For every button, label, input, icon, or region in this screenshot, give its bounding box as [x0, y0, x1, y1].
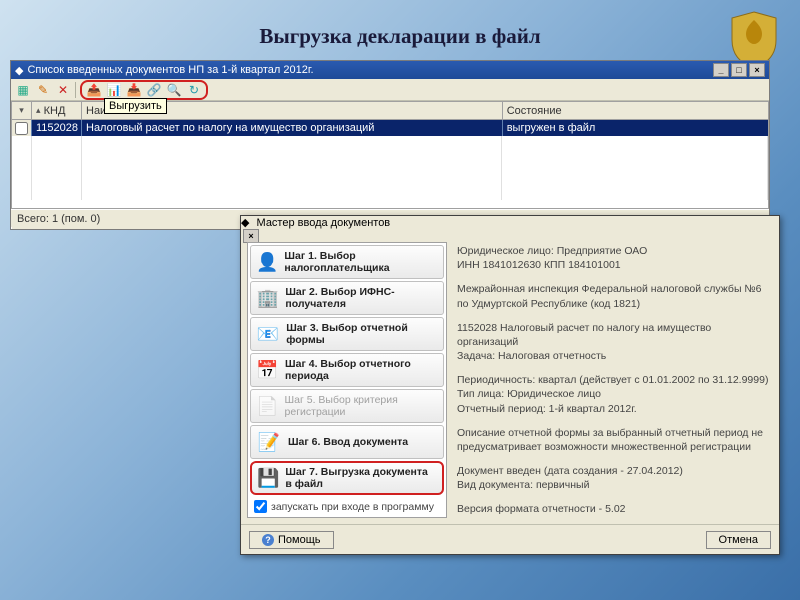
info-version: Версия формата отчетности - 5.02: [457, 502, 769, 516]
step-1-taxpayer[interactable]: 👤 Шаг 1. Выбор налогоплательщика: [250, 245, 444, 279]
step-1-label: Шаг 1. Выбор налогоплательщика: [284, 250, 438, 274]
info-taxpayer: Юридическое лицо: Предприятие ОАОИНН 184…: [457, 244, 769, 272]
cancel-button[interactable]: Отмена: [706, 531, 771, 549]
documents-list-window: ◆ Список введенных документов НП за 1-й …: [10, 60, 770, 230]
wizard-steps-panel: 👤 Шаг 1. Выбор налогоплательщика 🏢 Шаг 2…: [247, 242, 447, 518]
step-5-label: Шаг 5. Выбор критерия регистрации: [285, 394, 438, 418]
info-form: 1152028 Налоговый расчет по налогу на им…: [457, 321, 769, 364]
info-document: Документ введен (дата создания - 27.04.2…: [457, 464, 769, 492]
autostart-label: запускать при входе в программу: [271, 501, 434, 513]
envelope-icon: 📧: [256, 321, 280, 347]
import-icon[interactable]: 📥: [126, 82, 142, 98]
table-row[interactable]: 1152028 Налоговый расчет по налогу на им…: [12, 120, 768, 136]
cell-name: Налоговый расчет по налогу на имущество …: [82, 120, 503, 136]
step-7-export[interactable]: 💾 Шаг 7. Выгрузка документа в файл: [250, 461, 444, 495]
autostart-checkbox[interactable]: [254, 500, 267, 513]
chart-icon[interactable]: 📊: [106, 82, 122, 98]
sort-icon: ▾: [19, 105, 24, 116]
person-icon: 👤: [256, 249, 278, 275]
info-period: Периодичность: квартал (действует с 01.0…: [457, 373, 769, 416]
help-button[interactable]: ? Помощь: [249, 531, 334, 549]
wizard-info-panel: Юридическое лицо: Предприятие ОАОИНН 184…: [453, 242, 773, 518]
autostart-row: запускать при входе в программу: [250, 497, 444, 516]
col-state[interactable]: Состояние: [503, 102, 768, 119]
calendar-icon: 📅: [256, 357, 279, 383]
step-2-ifns[interactable]: 🏢 Шаг 2. Выбор ИФНС-получателя: [250, 281, 444, 315]
step-5-criteria[interactable]: 📄 Шаг 5. Выбор критерия регистрации: [250, 389, 444, 423]
cell-state: выгружен в файл: [503, 120, 768, 136]
step-6-input[interactable]: 📝 Шаг 6. Ввод документа: [250, 425, 444, 459]
documents-grid: ▾ ▴ КНД Наименование Состояние 1152028 Н…: [11, 101, 769, 209]
help-button-label: Помощь: [278, 534, 321, 546]
export-tooltip: Выгрузить: [104, 98, 167, 114]
floppy-icon: 💾: [257, 465, 279, 491]
maximize-button[interactable]: □: [731, 63, 747, 77]
step-7-label: Шаг 7. Выгрузка документа в файл: [285, 466, 437, 490]
close-button[interactable]: ×: [749, 63, 765, 77]
slide-title: Выгрузка декларации в файл: [0, 24, 800, 49]
help-icon: ?: [262, 534, 274, 546]
toolbar-delete-icon[interactable]: ✕: [55, 82, 71, 98]
cell-knd: 1152028: [32, 120, 82, 136]
info-criteria: Описание отчетной формы за выбранный отч…: [457, 426, 769, 454]
refresh-icon[interactable]: ↻: [186, 82, 202, 98]
toolbar-new-icon[interactable]: ▦: [15, 82, 31, 98]
documents-list-title: Список введенных документов НП за 1-й кв…: [27, 64, 313, 76]
link-icon[interactable]: 🔗: [146, 82, 162, 98]
export-toolbar-group: 📤 Выгрузить 📊 📥 🔗 🔍 ↻: [80, 80, 208, 100]
step-4-label: Шаг 4. Выбор отчетного периода: [285, 358, 438, 382]
step-2-label: Шаг 2. Выбор ИФНС-получателя: [285, 286, 438, 310]
edit-document-icon: 📝: [256, 429, 282, 455]
wizard-title: Мастер ввода документов: [257, 217, 391, 229]
toolbar-edit-icon[interactable]: ✎: [35, 82, 51, 98]
documents-list-titlebar[interactable]: ◆ Список введенных документов НП за 1-й …: [11, 61, 769, 79]
export-icon[interactable]: 📤 Выгрузить: [86, 82, 102, 98]
step-4-period[interactable]: 📅 Шаг 4. Выбор отчетного периода: [250, 353, 444, 387]
wizard-titlebar[interactable]: ◆ Мастер ввода документов ×: [241, 216, 779, 236]
documents-toolbar: ▦ ✎ ✕ 📤 Выгрузить 📊 📥 🔗 🔍 ↻: [11, 79, 769, 101]
step-3-label: Шаг 3. Выбор отчетной формы: [286, 322, 438, 346]
row-checkbox[interactable]: [15, 122, 28, 135]
wizard-button-bar: ? Помощь Отмена: [241, 524, 779, 554]
find-icon[interactable]: 🔍: [166, 82, 182, 98]
col-check[interactable]: ▾: [12, 102, 32, 119]
wizard-icon: ◆: [241, 217, 249, 229]
document-icon: 📄: [256, 393, 279, 419]
wizard-dialog: ◆ Мастер ввода документов × 👤 Шаг 1. Выб…: [240, 215, 780, 555]
app-icon: ◆: [15, 64, 23, 77]
col-knd[interactable]: ▴ КНД: [32, 102, 82, 119]
info-ifns: Межрайонная инспекция Федеральной налого…: [457, 282, 769, 310]
step-6-label: Шаг 6. Ввод документа: [288, 436, 408, 448]
minimize-button[interactable]: _: [713, 63, 729, 77]
cancel-button-label: Отмена: [719, 534, 758, 546]
building-icon: 🏢: [256, 285, 279, 311]
step-3-form[interactable]: 📧 Шаг 3. Выбор отчетной формы: [250, 317, 444, 351]
